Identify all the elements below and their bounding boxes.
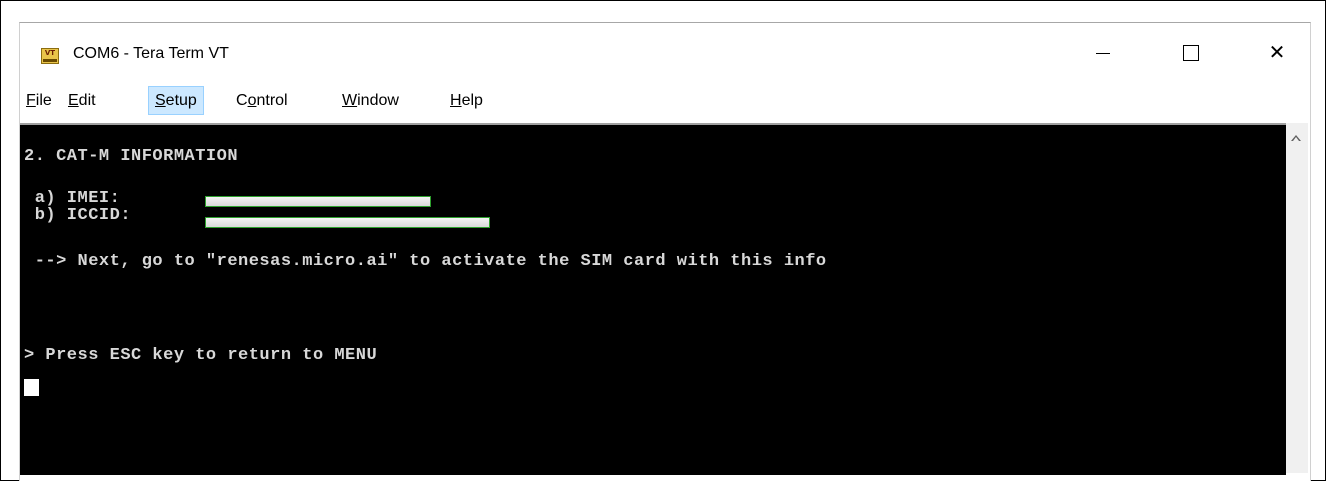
menu-help-rest: elp [461,92,483,109]
terminal-iccid-label: b) ICCID: [24,206,132,225]
maximize-icon [1183,45,1199,61]
app-icon[interactable]: VT [41,48,59,64]
terminal-press-esc-line: > Press ESC key to return to MENU [24,346,378,365]
app-icon-label: VT [44,49,56,57]
menu-setup-rest: etup [165,92,197,109]
menu-help[interactable]: Help [444,87,489,114]
maximize-button[interactable] [1168,23,1214,81]
tera-term-window: VT COM6 - Tera Term VT ✕ File Edit Setup… [19,22,1311,481]
menu-control-rest: ntrol [256,92,288,109]
menu-setup[interactable]: Setup [148,86,204,115]
menu-bar: File Edit Setup Control Window Help [20,82,1310,121]
close-button[interactable]: ✕ [1254,23,1300,81]
close-icon: ✕ [1268,41,1286,64]
vertical-scrollbar[interactable] [1286,123,1308,473]
menu-file[interactable]: File [20,87,58,114]
menu-file-rest: ile [35,92,52,109]
title-bar[interactable]: VT COM6 - Tera Term VT ✕ [20,23,1310,81]
imei-redaction [205,196,431,207]
terminal-heading: 2. CAT-M INFORMATION [24,147,239,166]
terminal-next-line: --> Next, go to "renesas.micro.ai" to ac… [24,252,827,271]
menu-control-pre: C [236,92,248,109]
terminal-screen[interactable]: 2. CAT-M INFORMATION a) IMEI: b) ICCID: … [20,123,1286,475]
scroll-up-arrow-icon[interactable] [1291,135,1301,141]
menu-help-accel: H [450,92,462,109]
menu-setup-accel: S [155,92,166,109]
app-icon-bar [43,59,57,62]
menu-window[interactable]: Window [336,87,405,114]
menu-window-rest: indow [357,92,399,109]
menu-window-accel: W [342,92,358,109]
menu-control[interactable]: Control [230,87,294,114]
minimize-icon [1096,52,1110,54]
iccid-redaction [205,217,490,228]
menu-file-accel: F [26,92,36,109]
minimize-button[interactable] [1080,23,1126,81]
menu-edit-rest: dit [78,92,96,109]
window-title: COM6 - Tera Term VT [73,45,229,62]
menu-edit-accel: E [68,92,79,109]
screenshot-frame: VT COM6 - Tera Term VT ✕ File Edit Setup… [0,0,1326,481]
terminal-cursor [24,379,39,396]
menu-edit[interactable]: Edit [62,87,102,114]
